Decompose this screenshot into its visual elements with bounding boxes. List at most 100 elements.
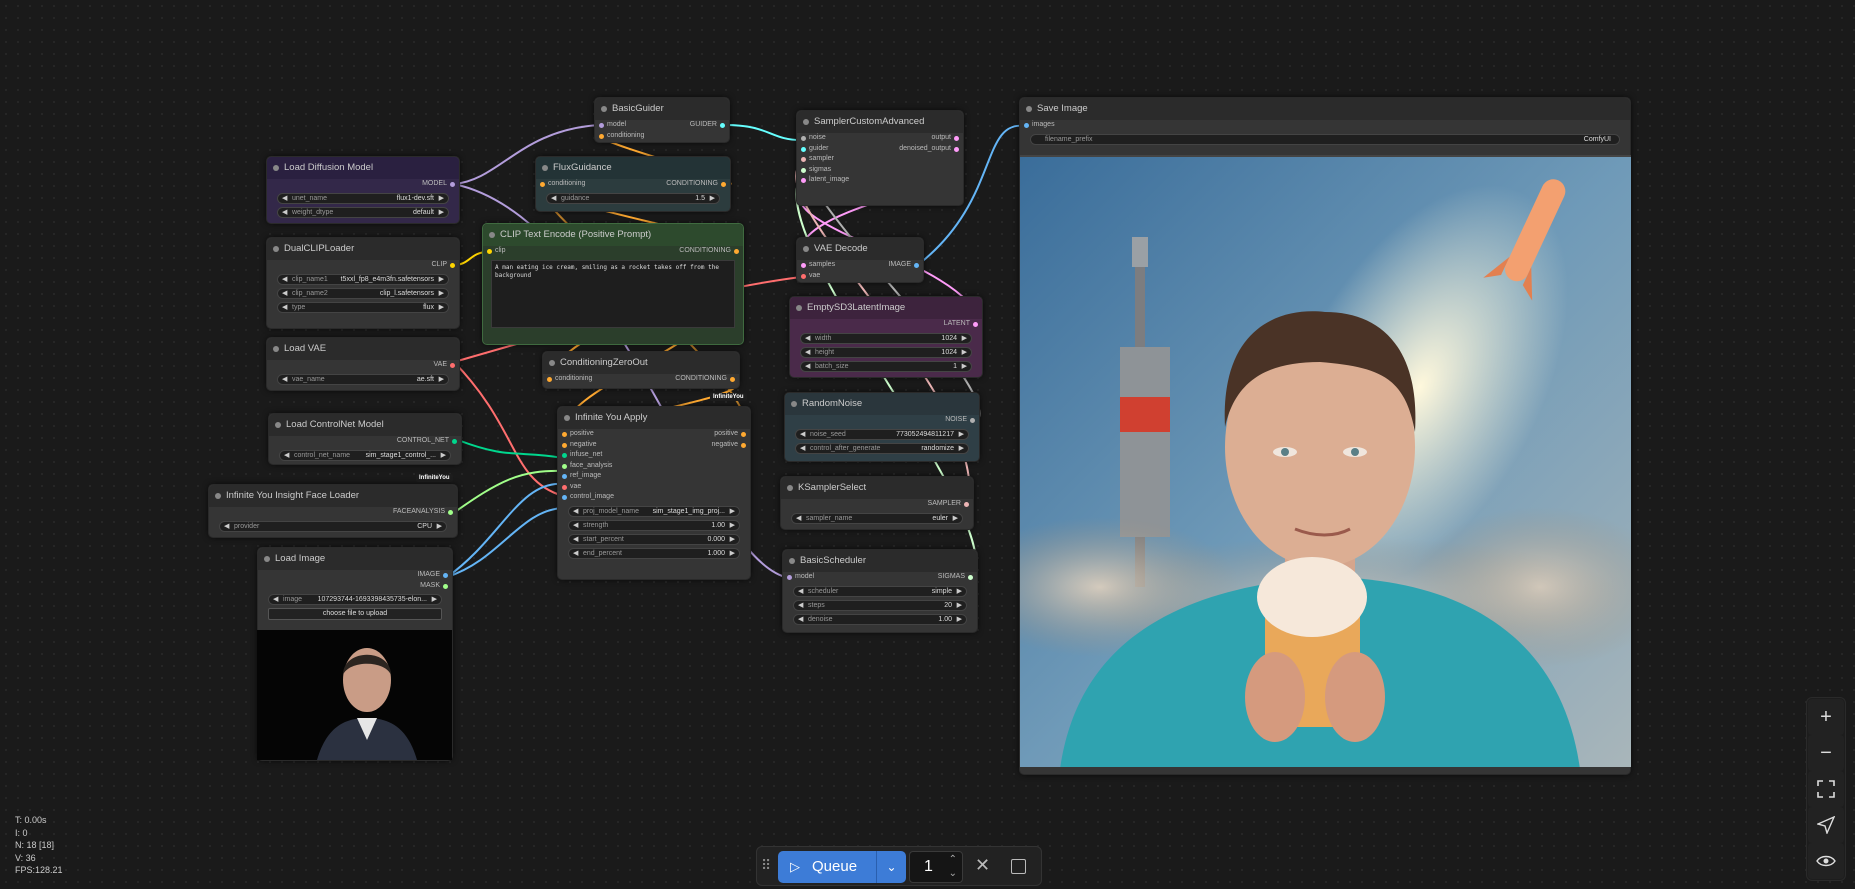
model-port[interactable] bbox=[450, 182, 455, 187]
node-title[interactable]: SamplerCustomAdvanced bbox=[797, 111, 963, 133]
arrow-right-icon[interactable]: ▶ bbox=[437, 522, 442, 531]
node-basic-guider[interactable]: BasicGuider model GUIDER conditioning bbox=[594, 97, 730, 143]
arrow-right-icon[interactable]: ▶ bbox=[957, 601, 962, 610]
sampler-name-widget[interactable]: ◀ sampler_name euler ▶ bbox=[791, 512, 963, 524]
zoom-out-icon[interactable]: − bbox=[1808, 735, 1844, 771]
node-title[interactable]: FluxGuidance bbox=[536, 157, 730, 179]
width-widget[interactable]: ◀ width 1024 ▶ bbox=[800, 332, 972, 344]
node-title[interactable]: DualCLIPLoader bbox=[267, 238, 459, 260]
node-basic-scheduler[interactable]: BasicScheduler model SIGMAS ◀ scheduler … bbox=[782, 549, 978, 633]
node-title[interactable]: VAE Decode bbox=[797, 238, 923, 260]
queue-count-input[interactable]: 1 ⌃ ⌄ bbox=[909, 851, 963, 883]
steps-widget[interactable]: ◀ steps 20 ▶ bbox=[793, 599, 967, 611]
input-slot-sampler[interactable]: sampler bbox=[797, 154, 963, 165]
guider-port[interactable] bbox=[801, 146, 806, 152]
denoised-output-port[interactable] bbox=[954, 146, 959, 152]
node-flux-guidance[interactable]: FluxGuidance conditioning CONDITIONING ◀… bbox=[535, 156, 731, 212]
conditioning-out-port[interactable] bbox=[734, 249, 739, 254]
face-analysis-port[interactable] bbox=[562, 463, 567, 469]
node-conditioning-zero-out[interactable]: ConditioningZeroOut conditioning CONDITI… bbox=[542, 351, 740, 389]
filename-prefix-widget[interactable]: filename_prefix ComfyUI bbox=[1030, 133, 1620, 145]
type-widget[interactable]: ◀ type flux ▶ bbox=[277, 301, 449, 313]
arrow-left-icon[interactable]: ◀ bbox=[273, 595, 278, 604]
end-percent-widget[interactable]: ◀ end_percent 1.000 ▶ bbox=[568, 547, 740, 559]
drag-handle-icon[interactable]: ⠿ bbox=[761, 857, 771, 874]
arrow-left-icon[interactable]: ◀ bbox=[573, 535, 578, 544]
noise-port[interactable] bbox=[970, 418, 975, 423]
samples-port[interactable] bbox=[801, 263, 806, 268]
arrow-right-icon[interactable]: ▶ bbox=[439, 303, 444, 312]
conditioning-port[interactable] bbox=[547, 377, 552, 382]
node-ksampler-select[interactable]: KSamplerSelect SAMPLER ◀ sampler_name eu… bbox=[780, 476, 974, 530]
latent-port[interactable] bbox=[973, 322, 978, 327]
arrow-right-icon[interactable]: ▶ bbox=[439, 289, 444, 298]
mask-port[interactable] bbox=[443, 583, 448, 589]
input-slot-face-analysis[interactable]: face_analysis bbox=[558, 461, 750, 472]
arrow-left-icon[interactable]: ◀ bbox=[224, 522, 229, 531]
proj-model-name-widget[interactable]: ◀ proj_model_name sim_stage1_img_proj...… bbox=[568, 505, 740, 517]
arrow-right-icon[interactable]: ▶ bbox=[730, 521, 735, 530]
conditioning-port[interactable] bbox=[540, 182, 545, 187]
clip-name2-widget[interactable]: ◀ clip_name2 clip_l.safetensors ▶ bbox=[277, 287, 449, 299]
control-net-port[interactable] bbox=[452, 439, 457, 444]
node-insight-face-loader[interactable]: Infinite You Insight Face Loader FACEANA… bbox=[208, 484, 458, 538]
input-slot-model[interactable]: model SIGMAS bbox=[783, 572, 977, 583]
input-slot-clip[interactable]: clip CONDITIONING bbox=[483, 246, 743, 257]
clip-port[interactable] bbox=[450, 263, 455, 268]
vae-port[interactable] bbox=[801, 273, 806, 279]
node-random-noise[interactable]: RandomNoise NOISE ◀ noise_seed 773052494… bbox=[784, 392, 980, 462]
arrow-right-icon[interactable]: ▶ bbox=[730, 549, 735, 558]
input-slot-images[interactable]: images bbox=[1020, 120, 1630, 131]
input-slot-guider[interactable]: guider denoised_output bbox=[797, 144, 963, 155]
close-icon[interactable]: ✕ bbox=[975, 855, 990, 876]
output-slot-latent[interactable]: LATENT bbox=[790, 319, 982, 330]
node-infinite-you-apply[interactable]: Infinite You Apply positive positive neg… bbox=[557, 406, 751, 580]
control-after-generate-widget[interactable]: ◀ control_after_generate randomize ▶ bbox=[795, 442, 969, 454]
infuse-net-port[interactable] bbox=[562, 453, 567, 458]
node-load-controlnet-model[interactable]: Load ControlNet Model CONTROL_NET ◀ cont… bbox=[268, 413, 462, 465]
node-clip-text-encode[interactable]: CLIP Text Encode (Positive Prompt) clip … bbox=[482, 223, 744, 345]
input-slot-noise[interactable]: noise output bbox=[797, 133, 963, 144]
conditioning-out-port[interactable] bbox=[721, 182, 726, 187]
zoom-in-icon[interactable]: + bbox=[1808, 699, 1844, 735]
queue-button[interactable]: ▷ Queue ⌄ bbox=[778, 851, 906, 883]
arrow-left-icon[interactable]: ◀ bbox=[796, 514, 801, 523]
control-net-name-widget[interactable]: ◀ control_net_name sim_stage1_control_..… bbox=[279, 449, 451, 461]
batch-size-widget[interactable]: ◀ batch_size 1 ▶ bbox=[800, 360, 972, 372]
positive-out-port[interactable] bbox=[741, 432, 746, 437]
arrow-left-icon[interactable]: ◀ bbox=[800, 430, 805, 439]
input-slot-negative[interactable]: negative negative bbox=[558, 440, 750, 451]
arrow-right-icon[interactable]: ▶ bbox=[957, 615, 962, 624]
output-slot-clip[interactable]: CLIP bbox=[267, 260, 459, 271]
arrow-left-icon[interactable]: ◀ bbox=[282, 275, 287, 284]
input-slot-positive[interactable]: positive positive bbox=[558, 429, 750, 440]
arrow-left-icon[interactable]: ◀ bbox=[284, 451, 289, 460]
clip-port[interactable] bbox=[487, 249, 492, 254]
node-sampler-custom-advanced[interactable]: SamplerCustomAdvanced noise output guide… bbox=[796, 110, 964, 206]
node-title[interactable]: EmptySD3LatentImage bbox=[790, 297, 982, 319]
arrow-left-icon[interactable]: ◀ bbox=[551, 194, 556, 203]
node-load-diffusion-model[interactable]: Load Diffusion Model MODEL ◀ unet_name f… bbox=[266, 156, 460, 224]
unet-name-widget[interactable]: ◀ unet_name flux1-dev.sft ▶ bbox=[277, 192, 449, 204]
arrow-right-icon[interactable]: ▶ bbox=[962, 348, 967, 357]
output-slot-faceanalysis[interactable]: FACEANALYSIS bbox=[209, 507, 457, 518]
node-title[interactable]: Load Image bbox=[258, 548, 452, 570]
arrow-left-icon[interactable]: ◀ bbox=[282, 194, 287, 203]
negative-out-port[interactable] bbox=[741, 442, 746, 448]
arrow-left-icon[interactable]: ◀ bbox=[282, 208, 287, 217]
height-widget[interactable]: ◀ height 1024 ▶ bbox=[800, 346, 972, 358]
arrow-right-icon[interactable]: ▶ bbox=[957, 587, 962, 596]
node-title[interactable]: KSamplerSelect bbox=[781, 477, 973, 499]
clip-name1-widget[interactable]: ◀ clip_name1 t5xxl_fp8_e4m3fn.safetensor… bbox=[277, 273, 449, 285]
output-slot-image[interactable]: IMAGE bbox=[258, 570, 452, 581]
noise-port[interactable] bbox=[801, 136, 806, 141]
input-slot-conditioning[interactable]: conditioning bbox=[595, 131, 729, 142]
denoise-widget[interactable]: ◀ denoise 1.00 ▶ bbox=[793, 613, 967, 625]
arrow-right-icon[interactable]: ▶ bbox=[432, 595, 437, 604]
input-slot-conditioning[interactable]: conditioning CONDITIONING bbox=[536, 179, 730, 190]
sigmas-port[interactable] bbox=[801, 167, 806, 173]
arrow-left-icon[interactable]: ◀ bbox=[800, 444, 805, 453]
eye-icon[interactable] bbox=[1808, 843, 1844, 879]
arrow-right-icon[interactable]: ▶ bbox=[730, 507, 735, 516]
start-percent-widget[interactable]: ◀ start_percent 0.000 ▶ bbox=[568, 533, 740, 545]
